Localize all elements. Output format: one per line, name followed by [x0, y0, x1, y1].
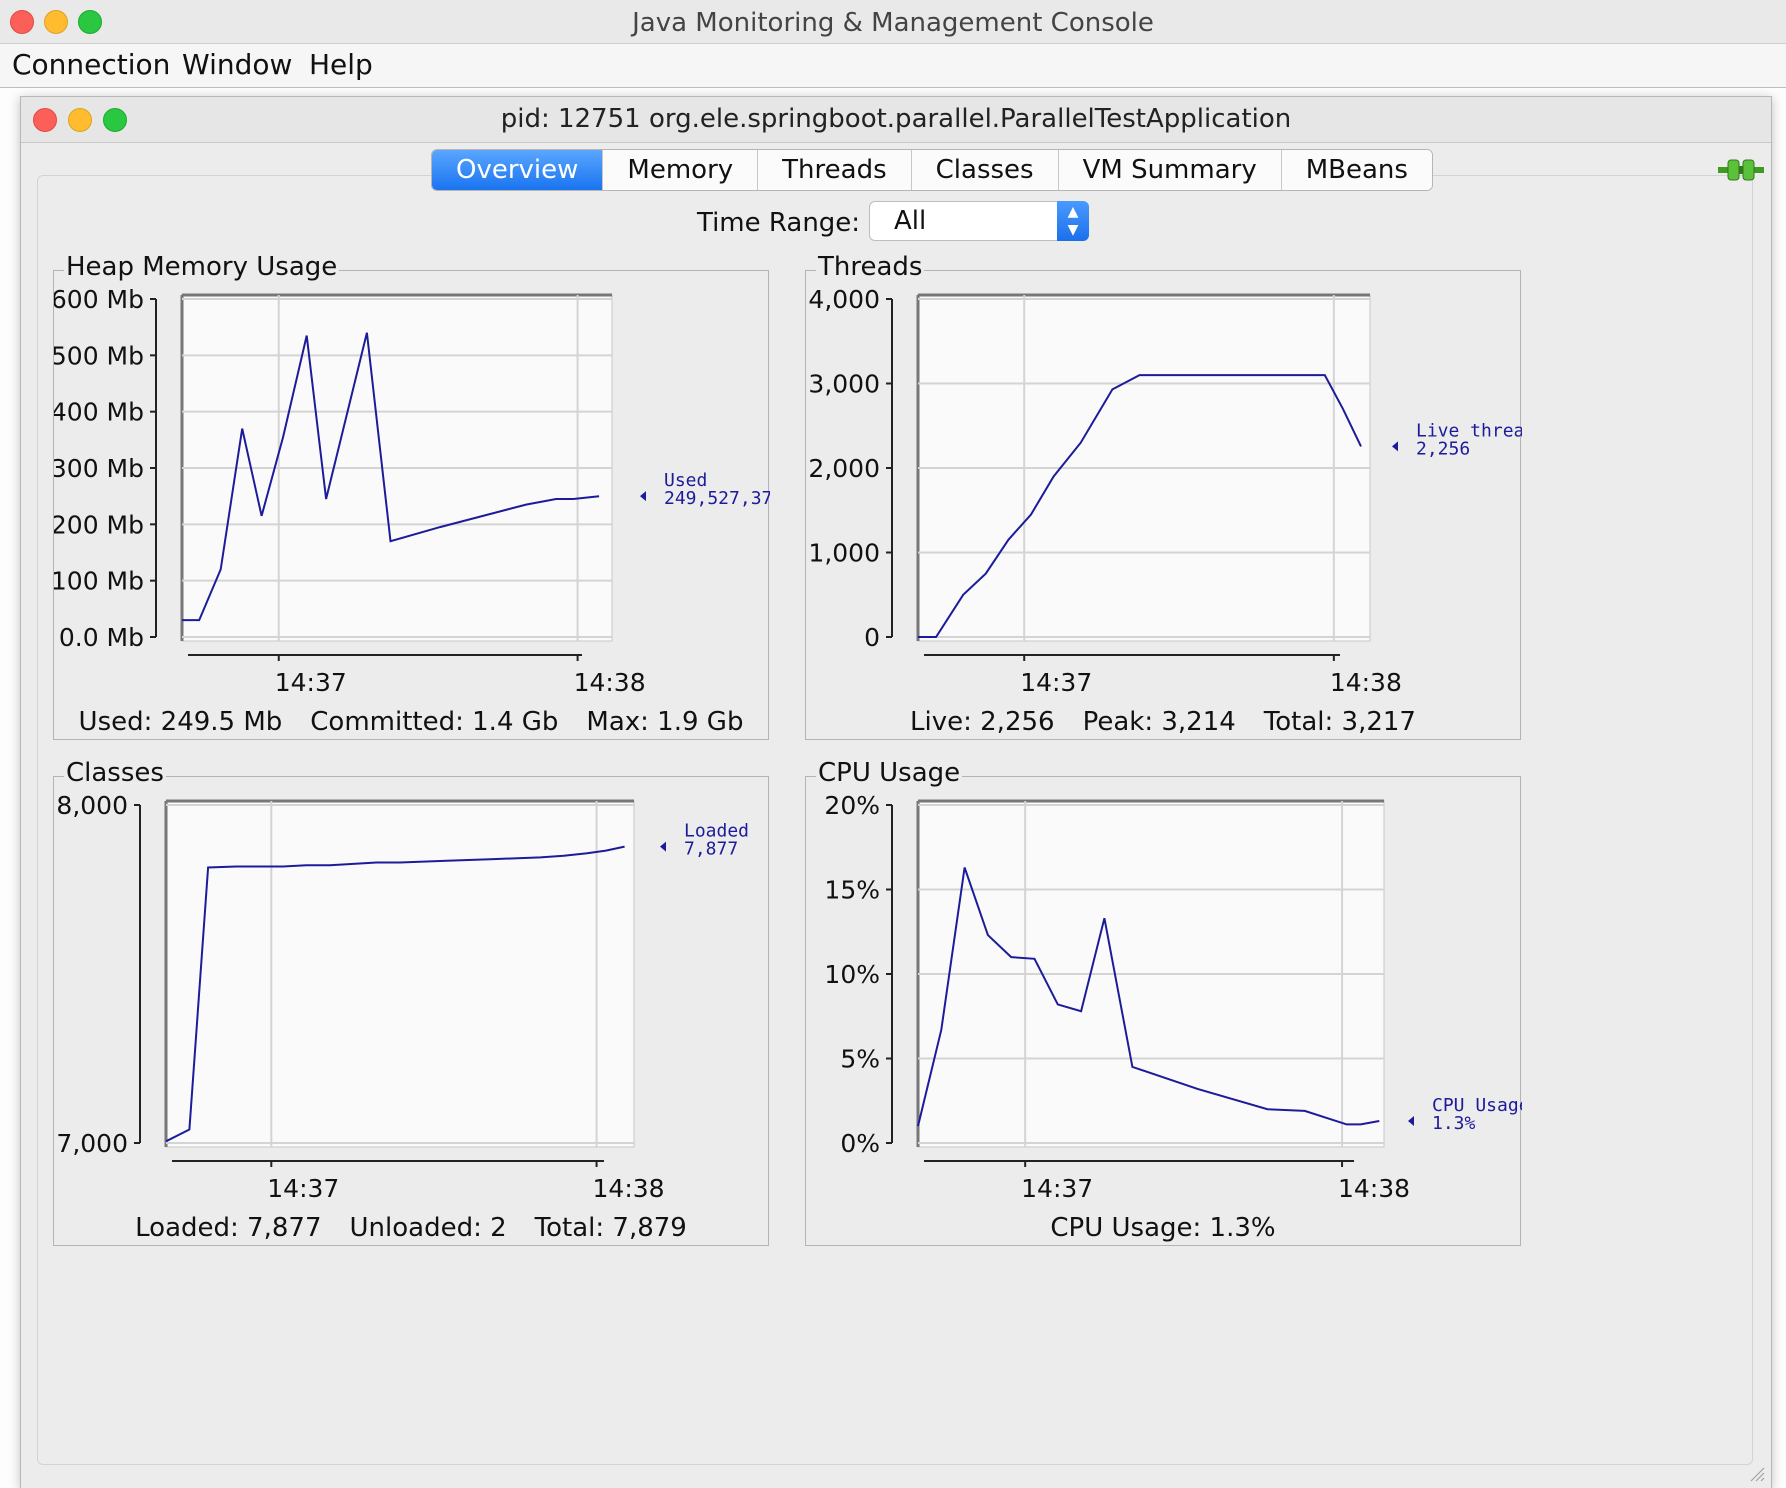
classes-summary: Loaded: 7,877 Unloaded: 2 Total: 7,879	[54, 1213, 768, 1243]
classes-total: Total: 7,879	[534, 1213, 687, 1243]
connection-window: pid: 12751 org.ele.springboot.parallel.P…	[20, 96, 1772, 1488]
classes-unloaded: Unloaded: 2	[349, 1213, 507, 1243]
y-tick-label: 1,000	[808, 539, 880, 568]
y-tick-label: 3,000	[808, 370, 880, 399]
tab-memory[interactable]: Memory	[603, 150, 759, 190]
classes-loaded: Loaded: 7,877	[135, 1213, 322, 1243]
y-tick-label: 5%	[840, 1045, 880, 1074]
series-marker-arrow	[660, 841, 666, 852]
heap-summary: Used: 249.5 Mb Committed: 1.4 Gb Max: 1.9 …	[54, 707, 768, 737]
time-range-select[interactable]: All ▲ ▼	[869, 201, 1089, 241]
threads-peak: Peak: 3,214	[1082, 707, 1236, 737]
y-tick-label: 10%	[824, 960, 880, 989]
tab-classes[interactable]: Classes	[911, 150, 1059, 190]
threads-panel: Threads 0 1,000 2,000 3,000 4,000 14:37 14:38 L…	[805, 252, 1522, 740]
app-title: Java Monitoring & Management Console	[632, 8, 1154, 38]
heap-max: Max: 1.9 Gb	[586, 707, 744, 737]
y-tick-label: 15%	[824, 876, 880, 905]
time-range-value: All	[894, 206, 927, 236]
menu-connection[interactable]: Connection	[12, 48, 170, 81]
cpu-usage-panel: CPU Usage 0% 5% 10% 15% 20% 14:37 14:38 CPU Usa…	[805, 758, 1522, 1246]
tab-bar: Overview Memory Threads Classes VM Summa…	[431, 149, 1433, 191]
y-tick-label: 400 Mb	[54, 398, 144, 427]
x-tick-label: 14:37	[267, 1174, 339, 1203]
series-marker-value: 249,527,376	[664, 488, 770, 509]
tab-overview[interactable]: Overview	[432, 150, 604, 190]
heap-chart: 0.0 Mb 100 Mb 200 Mb 300 Mb 400 Mb 500 Mb 600 …	[54, 285, 770, 697]
y-tick-label: 2,000	[808, 454, 880, 483]
series-marker-value: 2,256	[1416, 438, 1470, 459]
connection-title: pid: 12751 org.ele.springboot.parallel.P…	[500, 104, 1292, 134]
threads-total: Total: 3,217	[1263, 707, 1416, 737]
time-range-label: Time Range:	[697, 208, 861, 238]
heap-committed: Committed: 1.4 Gb	[310, 707, 559, 737]
y-tick-label: 100 Mb	[54, 567, 144, 596]
threads-summary: Live: 2,256 Peak: 3,214 Total: 3,217	[806, 707, 1520, 737]
menu-help[interactable]: Help	[309, 48, 373, 81]
series-marker-value: 7,877	[684, 839, 738, 860]
plot-area	[165, 800, 635, 1148]
classes-chart: 7,0008,00014:37 14:38Loaded7,877	[56, 791, 749, 1203]
y-tick-label: 300 Mb	[54, 454, 144, 483]
x-tick-label: 14:38	[574, 668, 646, 697]
y-tick-label: 0	[864, 623, 880, 652]
y-tick-label: 7,000	[56, 1129, 128, 1158]
y-tick-label: 4,000	[808, 285, 880, 314]
tab-mbeans[interactable]: MBeans	[1281, 150, 1432, 190]
y-tick-label: 20%	[824, 791, 880, 820]
x-tick-label: 14:37	[275, 668, 347, 697]
y-tick-label: 0.0 Mb	[59, 623, 144, 652]
classes-panel: Classes 7,000 8,000 14:37 14:38 Loaded 7,877 …	[53, 758, 769, 1246]
menu-bar: Connection Window Help	[0, 44, 1786, 88]
series-marker-arrow	[1392, 441, 1398, 452]
tab-threads[interactable]: Threads	[758, 150, 912, 190]
series-marker-arrow	[1408, 1116, 1414, 1127]
heap-used: Used: 249.5 Mb	[78, 707, 283, 737]
threads-chart: 01,0002,0003,0004,00014:37 14:38Live thre…	[808, 285, 1522, 697]
y-tick-label: 200 Mb	[54, 510, 144, 539]
tab-vm-summary[interactable]: VM Summary	[1058, 150, 1282, 190]
y-tick-label: 0%	[840, 1129, 880, 1158]
select-arrows-icon: ▲ ▼	[1057, 201, 1089, 241]
series-marker-arrow	[640, 491, 646, 502]
y-tick-label: 500 Mb	[54, 341, 144, 370]
x-tick-label: 14:38	[1338, 1174, 1410, 1203]
cpu-usage-value: CPU Usage: 1.3%	[1050, 1213, 1276, 1243]
menu-window[interactable]: Window	[182, 48, 292, 81]
x-tick-label: 14:38	[1330, 668, 1402, 697]
y-tick-label: 8,000	[56, 791, 128, 820]
cpu-chart: 0%5%10%15%20%14:37 14:38CPU Usage1.3%	[824, 791, 1522, 1203]
resize-grip-icon[interactable]	[1749, 1466, 1765, 1482]
series-marker-value: 1.3%	[1432, 1113, 1476, 1134]
heap-memory-panel: Heap Memory Usage 0.0 Mb 100 Mb 200 Mb 300 …	[53, 252, 770, 740]
connected-plug-icon[interactable]	[1718, 157, 1764, 183]
x-tick-label: 14:37	[1021, 1174, 1093, 1203]
x-tick-label: 14:37	[1020, 668, 1092, 697]
threads-live: Live: 2,256	[910, 707, 1055, 737]
connection-title-bar: pid: 12751 org.ele.springboot.parallel.P…	[21, 97, 1771, 143]
y-tick-label: 600 Mb	[54, 285, 144, 314]
app-title-bar: Java Monitoring & Management Console	[0, 0, 1786, 44]
x-tick-label: 14:38	[593, 1174, 665, 1203]
cpu-summary: CPU Usage: 1.3%	[806, 1213, 1520, 1243]
